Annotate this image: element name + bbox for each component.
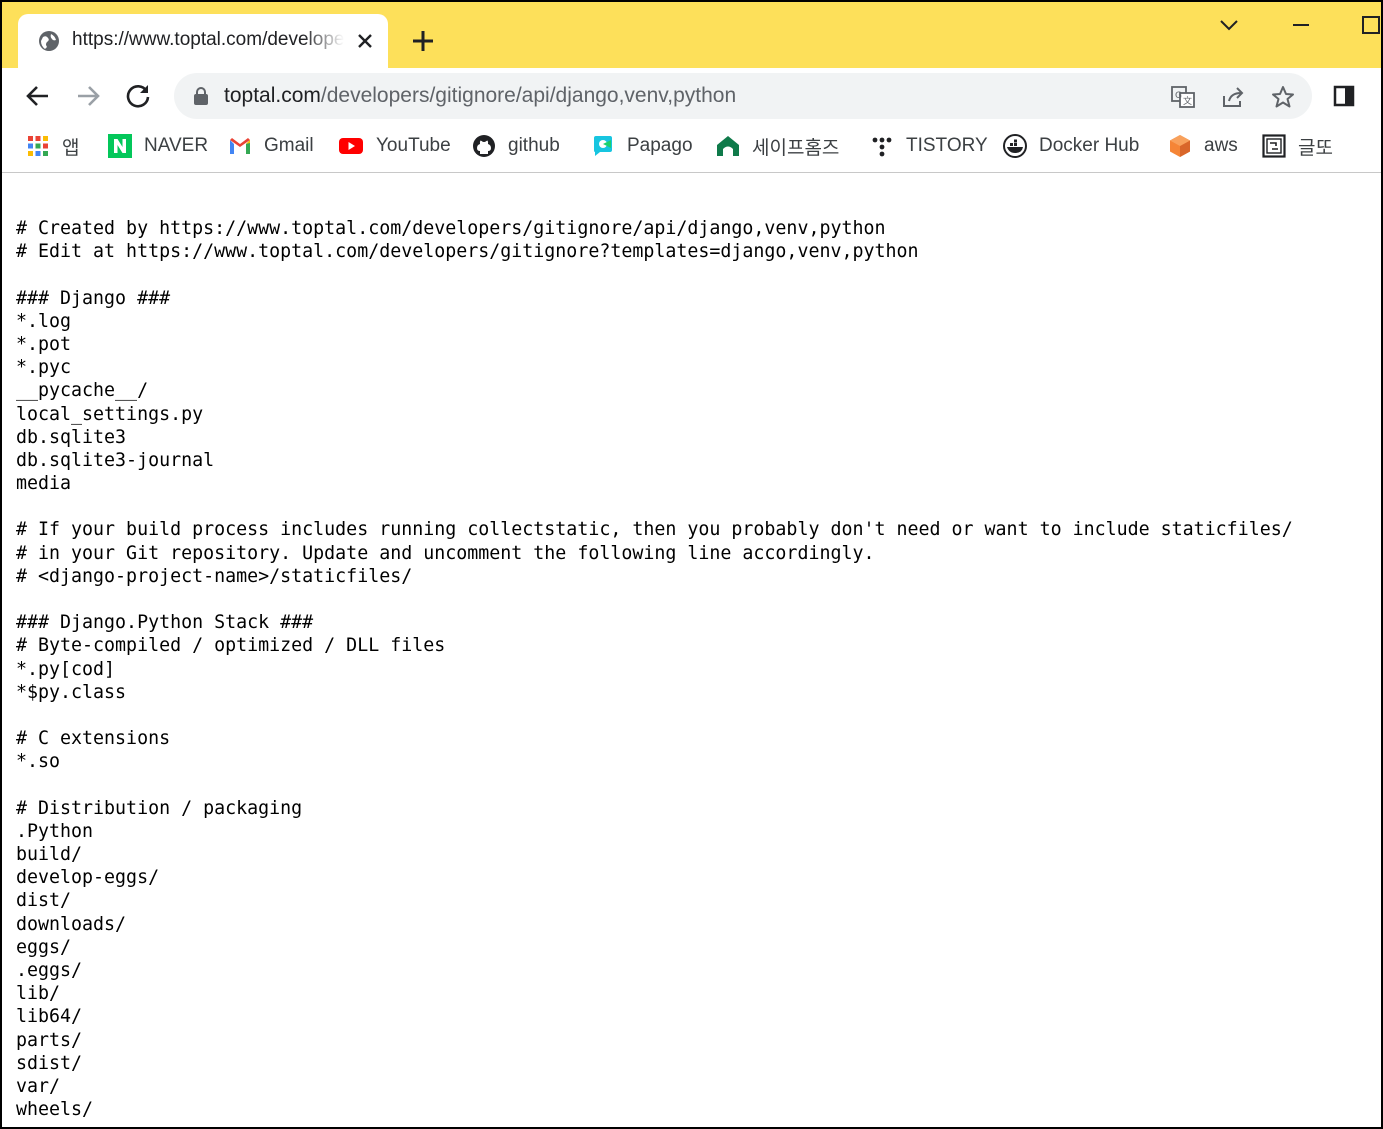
bookmark-label: 앱 bbox=[62, 137, 80, 159]
text-line bbox=[16, 495, 1376, 518]
minimize-icon[interactable] bbox=[1288, 12, 1314, 38]
text-line: .eggs/ bbox=[16, 960, 83, 981]
geulto-icon bbox=[1262, 134, 1286, 158]
text-line: # in your Git repository. Update and unc… bbox=[16, 542, 875, 564]
aws-icon bbox=[1170, 135, 1190, 157]
browser-window: https://www.toptal.com/developers/gitign… bbox=[0, 0, 1383, 1129]
bookmark-safehomes[interactable]: 세이프홈즈 bbox=[716, 132, 839, 160]
bookmark-tistory[interactable]: TISTORY bbox=[870, 132, 988, 160]
gmail-icon bbox=[230, 138, 250, 154]
bookmark-apps[interactable]: 앱 bbox=[26, 132, 79, 160]
docker-icon bbox=[1003, 134, 1027, 158]
text-line: *.log bbox=[16, 310, 72, 332]
globe-icon bbox=[39, 31, 59, 51]
bookmark-label: 세이프홈즈 bbox=[752, 137, 840, 159]
close-tab-icon[interactable] bbox=[355, 31, 375, 51]
translate-icon[interactable]: G 文 bbox=[1170, 84, 1196, 110]
svg-text:G: G bbox=[1175, 91, 1182, 101]
text-line: # Edit at https://www.toptal.com/develop… bbox=[16, 241, 919, 263]
text-line: db.sqlite3 bbox=[16, 426, 127, 448]
text-line: downloads/ bbox=[16, 913, 127, 935]
text-line: sdist/ bbox=[16, 1052, 83, 1074]
lock-icon[interactable] bbox=[192, 86, 210, 106]
bookmark-label: 글또 bbox=[1298, 137, 1333, 159]
text-line: # C extensions bbox=[16, 728, 171, 750]
bookmark-geulto[interactable]: 글또 bbox=[1262, 132, 1333, 160]
text-line: *.pyc bbox=[16, 357, 72, 379]
text-line: build/ bbox=[16, 844, 83, 866]
text-line: local_settings.py bbox=[16, 403, 204, 425]
tistory-icon bbox=[872, 137, 892, 157]
bookmark-github[interactable]: github bbox=[472, 132, 560, 160]
text-line: dist/ bbox=[16, 890, 72, 912]
text-line: # Distribution / packaging bbox=[16, 797, 303, 819]
forward-arrow-icon[interactable] bbox=[72, 80, 104, 112]
text-line: eggs/ bbox=[16, 936, 72, 958]
bookmarks-bar: 앱 NAVER Gmail YouTube github Papago 세이프홈… bbox=[2, 124, 1381, 173]
tab-title: https://www.toptal.com/developers/gitign… bbox=[72, 29, 344, 50]
text-line: *.so bbox=[16, 751, 61, 773]
text-line: db.sqlite3-journal bbox=[16, 449, 215, 471]
bookmark-label: Papago bbox=[627, 135, 693, 156]
bookmark-docker-hub[interactable]: Docker Hub bbox=[1003, 132, 1139, 160]
text-line: lib/ bbox=[16, 983, 61, 1005]
text-line: *$py.class bbox=[16, 681, 127, 703]
url-path: /developers/gitignore/api/django,venv,py… bbox=[320, 84, 737, 107]
text-line bbox=[16, 774, 1376, 797]
text-line: develop-eggs/ bbox=[16, 867, 160, 889]
tab-strip: https://www.toptal.com/developers/gitign… bbox=[2, 2, 1381, 68]
text-line: ### Django ### bbox=[16, 287, 171, 309]
page-content: # Created by https://www.toptal.com/deve… bbox=[16, 217, 1376, 1121]
bookmark-papago[interactable]: Papago bbox=[591, 132, 693, 160]
maximize-icon[interactable] bbox=[1358, 12, 1383, 38]
papago-icon bbox=[594, 136, 612, 156]
url-host: toptal.com bbox=[224, 84, 321, 107]
address-bar[interactable]: toptal.com/developers/gitignore/api/djan… bbox=[174, 73, 1312, 119]
text-line: parts/ bbox=[16, 1029, 83, 1051]
text-line bbox=[16, 263, 1376, 286]
github-icon bbox=[473, 135, 495, 157]
youtube-icon bbox=[339, 138, 363, 154]
text-line: # <django-project-name>/staticfiles/ bbox=[16, 565, 413, 587]
text-line: *.py[cod] bbox=[16, 658, 116, 680]
side-panel-icon[interactable] bbox=[1328, 80, 1360, 112]
text-line bbox=[16, 588, 1376, 611]
naver-icon bbox=[108, 134, 132, 158]
active-tab[interactable]: https://www.toptal.com/developers/gitign… bbox=[18, 14, 388, 68]
bookmark-label: TISTORY bbox=[906, 135, 988, 156]
tab-search-chevron-icon[interactable] bbox=[1216, 12, 1242, 38]
text-line: var/ bbox=[16, 1075, 61, 1097]
toolbar: toptal.com/developers/gitignore/api/djan… bbox=[2, 68, 1381, 124]
text-line: .Python bbox=[16, 820, 94, 842]
bookmark-label: aws bbox=[1204, 135, 1238, 156]
new-tab-button[interactable] bbox=[408, 26, 438, 56]
bookmark-youtube[interactable]: YouTube bbox=[338, 132, 451, 160]
reload-icon[interactable] bbox=[122, 80, 154, 112]
text-line: # If your build process includes running… bbox=[16, 519, 1293, 541]
bookmark-naver[interactable]: NAVER bbox=[108, 132, 208, 160]
bookmark-label: NAVER bbox=[144, 135, 209, 156]
apps-grid-icon bbox=[28, 136, 48, 156]
text-line bbox=[16, 704, 1376, 727]
url-text[interactable]: toptal.com/developers/gitignore/api/djan… bbox=[224, 84, 736, 108]
bookmark-aws[interactable]: aws bbox=[1168, 132, 1238, 160]
text-line: media bbox=[16, 473, 72, 495]
text-line: ### Django.Python Stack ### bbox=[16, 612, 314, 634]
back-arrow-icon[interactable] bbox=[22, 80, 54, 112]
text-line: lib64/ bbox=[16, 1006, 83, 1028]
text-line: # Byte-compiled / optimized / DLL files bbox=[16, 635, 446, 657]
bookmark-label: github bbox=[508, 135, 560, 156]
bookmark-label: YouTube bbox=[376, 135, 451, 156]
bookmark-label: Gmail bbox=[264, 135, 314, 156]
bookmark-star-icon[interactable] bbox=[1270, 84, 1296, 110]
text-line: wheels/ bbox=[16, 1099, 94, 1121]
text-line: # Created by https://www.toptal.com/deve… bbox=[16, 218, 886, 239]
svg-text:文: 文 bbox=[1183, 95, 1192, 107]
bookmark-gmail[interactable]: Gmail bbox=[228, 132, 314, 160]
share-icon[interactable] bbox=[1220, 84, 1246, 110]
text-line: __pycache__/ bbox=[16, 380, 149, 402]
bookmark-label: Docker Hub bbox=[1039, 135, 1140, 156]
safehomes-icon bbox=[717, 136, 739, 156]
text-line: *.pot bbox=[16, 333, 72, 355]
